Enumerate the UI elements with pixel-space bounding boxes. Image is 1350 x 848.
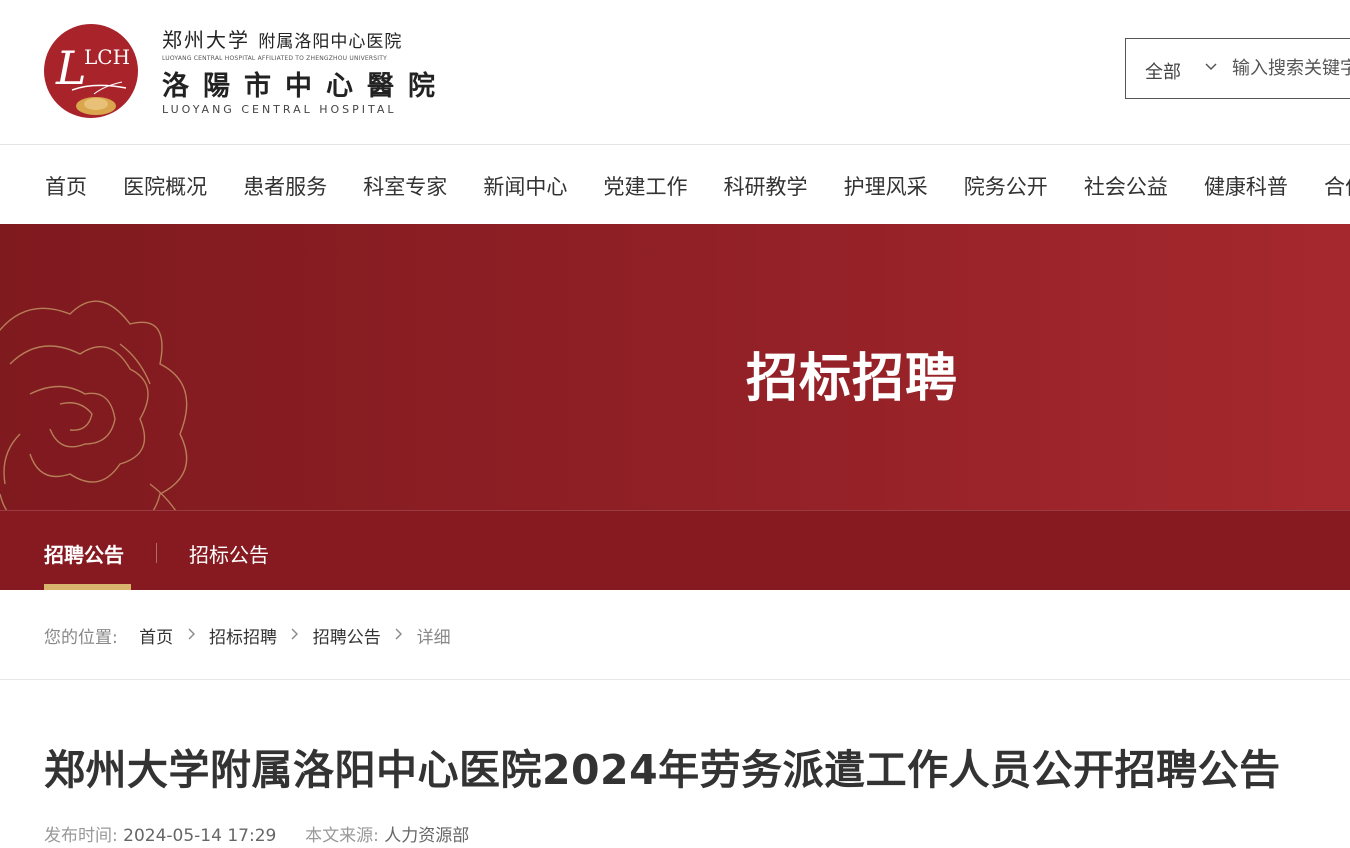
search-scope-select[interactable]: 全部 bbox=[1145, 58, 1181, 84]
search-input[interactable] bbox=[1232, 54, 1350, 82]
nav-item-hospital-overview[interactable]: 医院概况 bbox=[123, 171, 207, 201]
breadcrumb-home-link[interactable]: 首页 bbox=[139, 623, 173, 648]
tab-divider bbox=[156, 543, 157, 563]
active-tab-indicator bbox=[44, 584, 131, 590]
nav-item-affairs-disclosure[interactable]: 院务公开 bbox=[964, 171, 1048, 201]
nav-item-party-building[interactable]: 党建工作 bbox=[603, 171, 687, 201]
nav-item-research-teaching[interactable]: 科研教学 bbox=[724, 171, 808, 201]
page-banner: 招标招聘 招聘公告 招标公告 bbox=[0, 224, 1350, 590]
source-label: 本文来源: bbox=[305, 826, 379, 846]
logo-english-affiliation: LUOYANG CENTRAL HOSPITAL AFFILIATED TO Z… bbox=[162, 55, 387, 62]
main-navigation: 首页 医院概况 患者服务 科室专家 新闻中心 党建工作 科研教学 护理风采 院务… bbox=[0, 144, 1350, 225]
nav-item-departments-experts[interactable]: 科室专家 bbox=[363, 171, 447, 201]
article-source: 人力资源部 bbox=[384, 826, 470, 846]
publish-time-label: 发布时间: bbox=[44, 826, 118, 846]
nav-item-patient-services[interactable]: 患者服务 bbox=[243, 171, 327, 201]
search-box: 全部 bbox=[1125, 38, 1350, 99]
logo-text: 郑州大学 附属洛阳中心医院 LUOYANG CENTRAL HOSPITAL A… bbox=[162, 24, 462, 116]
chevron-right-icon bbox=[188, 628, 195, 639]
chevron-right-icon bbox=[291, 628, 299, 639]
chevron-down-icon[interactable] bbox=[1204, 61, 1218, 73]
nav-item-nursing[interactable]: 护理风采 bbox=[844, 171, 928, 201]
publish-time: 2024-05-14 17:29 bbox=[123, 826, 277, 846]
divider bbox=[0, 679, 1350, 680]
site-header: L LCH 郑州大学 附属洛阳中心医院 LUOYANG CENTRAL HOSP… bbox=[0, 0, 1350, 144]
logo-english-name: LUOYANG CENTRAL HOSPITAL bbox=[162, 103, 397, 116]
nav-item-health-education[interactable]: 健康科普 bbox=[1204, 171, 1288, 201]
logo-university: 郑州大学 bbox=[162, 28, 250, 52]
logo-emblem-graphic: L LCH bbox=[55, 41, 130, 115]
hospital-logo[interactable]: L LCH 郑州大学 附属洛阳中心医院 LUOYANG CENTRAL HOSP… bbox=[44, 24, 464, 120]
nav-item-news-center[interactable]: 新闻中心 bbox=[483, 171, 567, 201]
sub-navigation: 招聘公告 招标公告 bbox=[0, 510, 1350, 590]
tab-bidding-notice[interactable]: 招标公告 bbox=[189, 539, 269, 568]
article-title: 郑州大学附属洛阳中心医院2024年劳务派遣工作人员公开招聘公告 bbox=[44, 746, 1281, 794]
breadcrumb-recruitment-notice-link[interactable]: 招聘公告 bbox=[313, 623, 381, 648]
logo-university-line: 郑州大学 附属洛阳中心医院 bbox=[162, 24, 462, 53]
breadcrumb: 您的位置: 首页 招标招聘 招聘公告 详细 bbox=[44, 623, 451, 648]
breadcrumb-label: 您的位置: bbox=[44, 628, 118, 648]
breadcrumb-current: 详细 bbox=[416, 628, 451, 648]
logo-affiliation: 附属洛阳中心医院 bbox=[258, 32, 403, 52]
chevron-right-icon bbox=[395, 628, 403, 639]
logo-hospital-name: 洛陽市中心醫院 bbox=[162, 71, 449, 102]
breadcrumb-bidding-recruitment-link[interactable]: 招标招聘 bbox=[209, 623, 277, 648]
nav-item-public-welfare[interactable]: 社会公益 bbox=[1084, 171, 1168, 201]
banner-title: 招标招聘 bbox=[746, 349, 959, 409]
nav-item-cooperation[interactable]: 合作交流 bbox=[1324, 171, 1350, 201]
logo-mark-text: LCH bbox=[84, 45, 130, 69]
nav-item-home[interactable]: 首页 bbox=[45, 171, 87, 201]
tab-recruitment-notice[interactable]: 招聘公告 bbox=[44, 539, 124, 568]
article-meta: 发布时间: 2024-05-14 17:29 本文来源: 人力资源部 bbox=[44, 821, 469, 846]
lch-logo-icon: L LCH bbox=[44, 24, 138, 118]
